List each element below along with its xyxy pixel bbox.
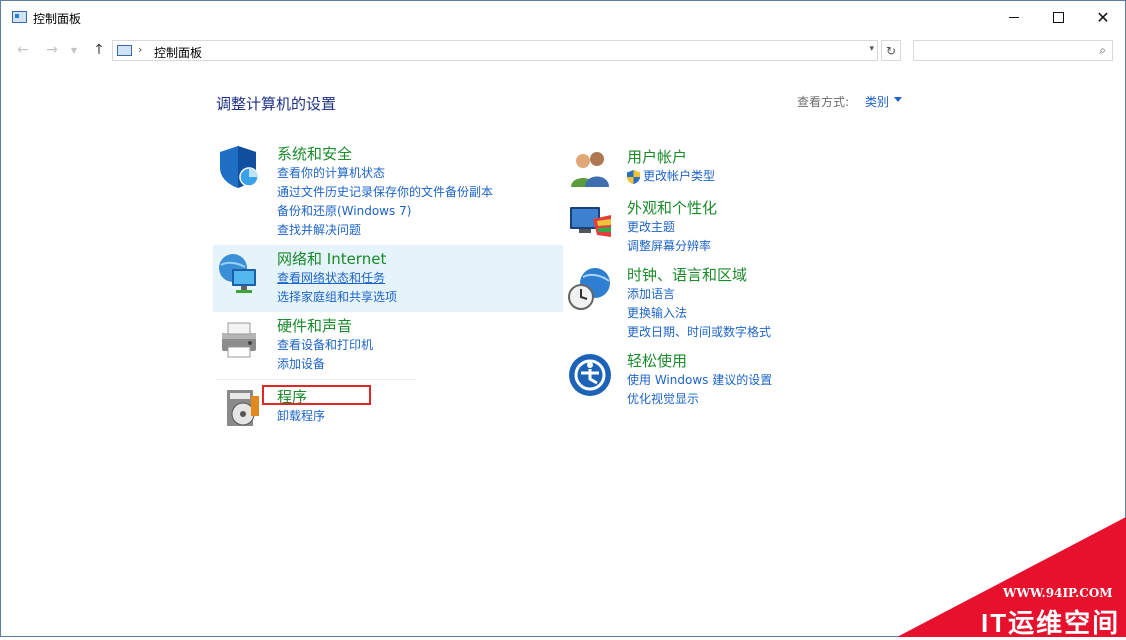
minimize-icon [1009, 17, 1019, 18]
category-hardware-sound: 硬件和声音 查看设备和打印机 添加设备 [277, 315, 373, 374]
divider [216, 379, 416, 380]
breadcrumb-separator-icon[interactable]: › [138, 43, 142, 56]
recent-locations-button[interactable]: ▼ [64, 40, 84, 60]
view-by-dropdown[interactable]: 类别 [865, 93, 889, 110]
network-globe-icon [219, 254, 256, 293]
link-uninstall-program[interactable]: 卸载程序 [277, 407, 325, 426]
control-panel-window: 控制面板 ✕ ← → ▼ ↑ › 控制面板 ▾ ↻ ⌕ 调整计算机的设置 查看方… [0, 0, 1126, 637]
page-title: 调整计算机的设置 [216, 95, 337, 113]
refresh-button[interactable]: ↻ [881, 40, 901, 61]
category-appearance: 外观和个性化 更改主题 调整屏幕分辨率 [627, 197, 717, 256]
minimize-button[interactable] [991, 1, 1037, 34]
link-change-theme[interactable]: 更改主题 [627, 218, 717, 237]
category-title-ease-of-access[interactable]: 轻松使用 [627, 350, 772, 371]
category-title-hardware-sound[interactable]: 硬件和声音 [277, 315, 373, 336]
close-button[interactable]: ✕ [1080, 1, 1125, 34]
link-change-account-type-label: 更改帐户类型 [643, 169, 716, 183]
maximize-button[interactable] [1035, 1, 1081, 34]
arrow-up-icon: ↑ [93, 42, 105, 58]
programs-disc-icon [227, 390, 259, 426]
view-by-label: 查看方式: [797, 95, 850, 109]
printer-icon [222, 322, 256, 358]
category-clock-language-region: 时钟、语言和区域 添加语言 更换输入法 更改日期、时间或数字格式 [627, 264, 771, 342]
link-view-computer-status[interactable]: 查看你的计算机状态 [277, 164, 493, 183]
view-by-chevron-icon[interactable] [894, 97, 902, 102]
link-change-input-method[interactable]: 更换输入法 [627, 304, 771, 323]
link-change-date-time-format[interactable]: 更改日期、时间或数字格式 [627, 323, 771, 342]
control-panel-icon [117, 45, 132, 56]
category-user-accounts: 用户帐户 更改帐户类型 [627, 146, 715, 186]
up-button[interactable]: ↑ [89, 40, 109, 60]
category-network-internet: 网络和 Internet 查看网络状态和任务 选择家庭组和共享选项 [277, 248, 397, 307]
clock-globe-icon [568, 268, 610, 310]
close-icon: ✕ [1096, 7, 1110, 27]
link-devices-printers[interactable]: 查看设备和打印机 [277, 336, 373, 355]
link-file-history-backup[interactable]: 通过文件历史记录保存你的文件备份副本 [277, 183, 493, 202]
search-input[interactable]: ⌕ [913, 40, 1113, 61]
address-dropdown-icon[interactable]: ▾ [869, 44, 874, 54]
search-icon: ⌕ [1099, 43, 1106, 57]
category-ease-of-access: 轻松使用 使用 Windows 建议的设置 优化视觉显示 [627, 350, 772, 409]
link-backup-restore[interactable]: 备份和还原(Windows 7) [277, 202, 493, 221]
control-panel-icon [12, 11, 27, 23]
title-bar[interactable]: 控制面板 ✕ [1, 1, 1125, 34]
chevron-down-icon: ▼ [70, 45, 78, 55]
link-recommended-settings[interactable]: 使用 Windows 建议的设置 [627, 371, 772, 390]
category-title-appearance[interactable]: 外观和个性化 [627, 197, 717, 218]
users-icon [571, 152, 609, 187]
link-network-status-tasks[interactable]: 查看网络状态和任务 [277, 269, 397, 288]
link-homegroup-sharing[interactable]: 选择家庭组和共享选项 [277, 288, 397, 307]
link-troubleshoot[interactable]: 查找并解决问题 [277, 221, 493, 240]
link-screen-resolution[interactable]: 调整屏幕分辨率 [627, 237, 717, 256]
window-title: 控制面板 [33, 12, 82, 26]
shield-icon [220, 146, 259, 188]
back-button[interactable]: ← [13, 40, 33, 60]
category-title-system-security[interactable]: 系统和安全 [277, 143, 493, 164]
category-system-security: 系统和安全 查看你的计算机状态 通过文件历史记录保存你的文件备份副本 备份和还原… [277, 143, 493, 240]
link-add-device[interactable]: 添加设备 [277, 355, 373, 374]
annotation-highlight-box [262, 385, 371, 405]
category-title-clock-language-region[interactable]: 时钟、语言和区域 [627, 264, 771, 285]
forward-button[interactable]: → [42, 40, 62, 60]
maximize-icon [1052, 12, 1064, 23]
address-bar[interactable]: › 控制面板 ▾ [112, 40, 878, 61]
category-title-user-accounts[interactable]: 用户帐户 [627, 146, 715, 167]
arrow-right-icon: → [46, 42, 58, 58]
ease-of-access-icon [569, 354, 611, 396]
refresh-icon: ↻ [885, 43, 897, 58]
arrow-left-icon: ← [17, 42, 29, 58]
personalization-monitor-icon [570, 207, 611, 237]
uac-shield-icon [627, 170, 640, 184]
link-change-account-type[interactable]: 更改帐户类型 [627, 167, 715, 186]
category-title-network-internet[interactable]: 网络和 Internet [277, 248, 397, 269]
link-add-language[interactable]: 添加语言 [627, 285, 771, 304]
link-optimize-visual-display[interactable]: 优化视觉显示 [627, 390, 772, 409]
breadcrumb-control-panel[interactable]: 控制面板 [154, 44, 202, 61]
